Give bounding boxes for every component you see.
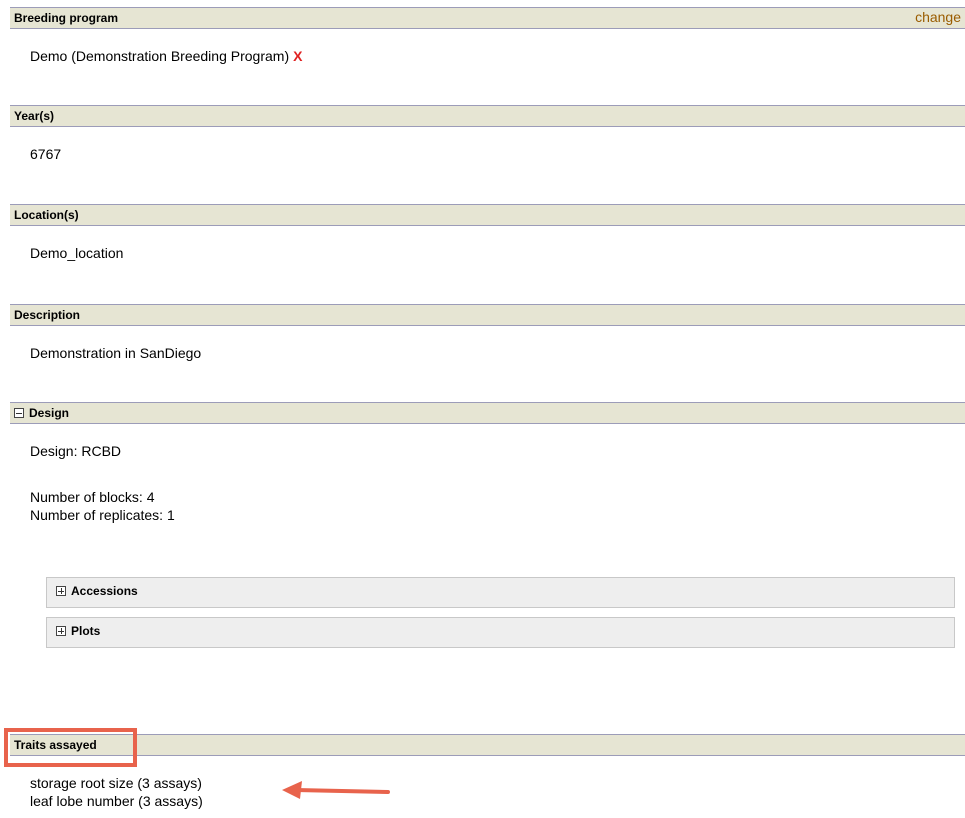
plots-title-row[interactable]: Plots [56, 624, 100, 638]
description-title: Description [14, 308, 81, 322]
accessions-panel[interactable]: Accessions [46, 577, 955, 608]
expand-icon[interactable] [56, 626, 66, 636]
breeding-program-value-row: Demo (Demonstration Breeding Program) X [30, 47, 302, 65]
annotation-arrow-icon [282, 781, 390, 799]
plots-title: Plots [71, 624, 101, 638]
locations-value: Demo_location [30, 245, 124, 261]
design-title: Design [29, 406, 70, 420]
trait-item[interactable]: leaf lobe number (3 assays) [30, 792, 203, 810]
design-title-row[interactable]: Design [14, 407, 69, 420]
years-value: 6767 [30, 146, 62, 162]
traits-header: Traits assayed [10, 734, 965, 756]
design-type: Design: RCBD [30, 443, 122, 459]
description-header: Description [10, 304, 965, 326]
locations-title: Location(s) [14, 208, 79, 222]
expand-icon[interactable] [56, 586, 66, 596]
breeding-program-value: Demo (Demonstration Breeding Program) [30, 48, 290, 64]
accessions-title-row[interactable]: Accessions [56, 584, 138, 598]
accessions-title: Accessions [71, 584, 138, 598]
collapse-icon[interactable] [14, 408, 24, 418]
description-value: Demonstration in SanDiego [30, 345, 202, 361]
design-header[interactable]: Design [10, 402, 965, 424]
years-header: Year(s) [10, 105, 965, 127]
trait-item[interactable]: storage root size (3 assays) [30, 774, 202, 792]
design-replicates: Number of replicates: 1 [30, 507, 175, 523]
breeding-program-header: Breeding program change [10, 7, 965, 29]
years-title: Year(s) [14, 109, 55, 123]
change-breeding-program-link[interactable]: change [915, 9, 961, 25]
traits-highlight-box [4, 728, 137, 767]
design-blocks: Number of blocks: 4 [30, 489, 155, 505]
breeding-program-title: Breeding program [14, 11, 119, 25]
remove-breeding-program-button[interactable]: X [293, 48, 302, 64]
locations-header: Location(s) [10, 204, 965, 226]
plots-panel[interactable]: Plots [46, 617, 955, 648]
